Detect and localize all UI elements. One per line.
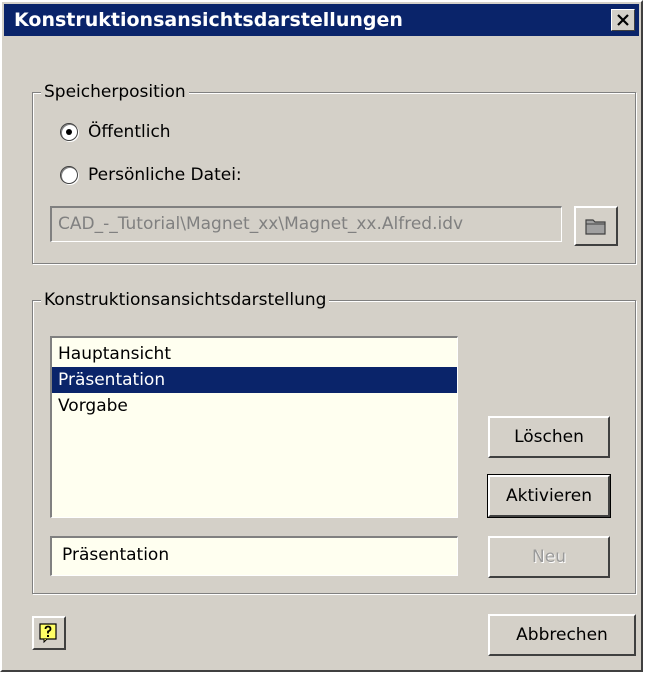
radio-personal-file[interactable]: Persönliche Datei:	[60, 165, 242, 185]
radio-public[interactable]: Öffentlich	[60, 122, 171, 142]
activate-button[interactable]: Aktivieren	[487, 474, 611, 518]
list-item[interactable]: Hauptansicht	[52, 341, 457, 367]
dialog-window: Konstruktionsansichtsdarstellungen Speic…	[0, 0, 643, 672]
radio-public-label: Öffentlich	[88, 122, 171, 142]
close-icon	[617, 14, 629, 26]
radio-personal-file-label: Persönliche Datei:	[88, 165, 242, 185]
representation-group-label: Konstruktionsansichtsdarstellung	[41, 290, 330, 310]
help-button[interactable]	[32, 616, 66, 650]
storage-group-label: Speicherposition	[41, 82, 189, 102]
title-bar[interactable]: Konstruktionsansichtsdarstellungen	[4, 4, 639, 36]
window-title: Konstruktionsansichtsdarstellungen	[14, 9, 403, 31]
browse-button[interactable]	[574, 206, 618, 246]
list-item-selected[interactable]: Präsentation	[52, 367, 457, 393]
radio-selected-dot	[66, 129, 72, 135]
representation-name-input[interactable]: Präsentation	[50, 536, 458, 576]
radio-public-button[interactable]	[60, 123, 78, 141]
list-item[interactable]: Vorgabe	[52, 393, 457, 419]
help-icon	[39, 623, 57, 643]
close-button[interactable]	[611, 9, 635, 31]
representation-list[interactable]: Hauptansicht Präsentation Vorgabe	[50, 336, 458, 518]
new-button[interactable]: Neu	[488, 536, 610, 578]
folder-icon	[585, 219, 606, 235]
delete-button[interactable]: Löschen	[488, 416, 610, 458]
radio-personal-file-button[interactable]	[60, 166, 78, 184]
file-path-field: CAD_-_Tutorial\Magnet_xx\Magnet_xx.Alfre…	[50, 206, 562, 242]
cancel-button[interactable]: Abbrechen	[488, 614, 636, 656]
